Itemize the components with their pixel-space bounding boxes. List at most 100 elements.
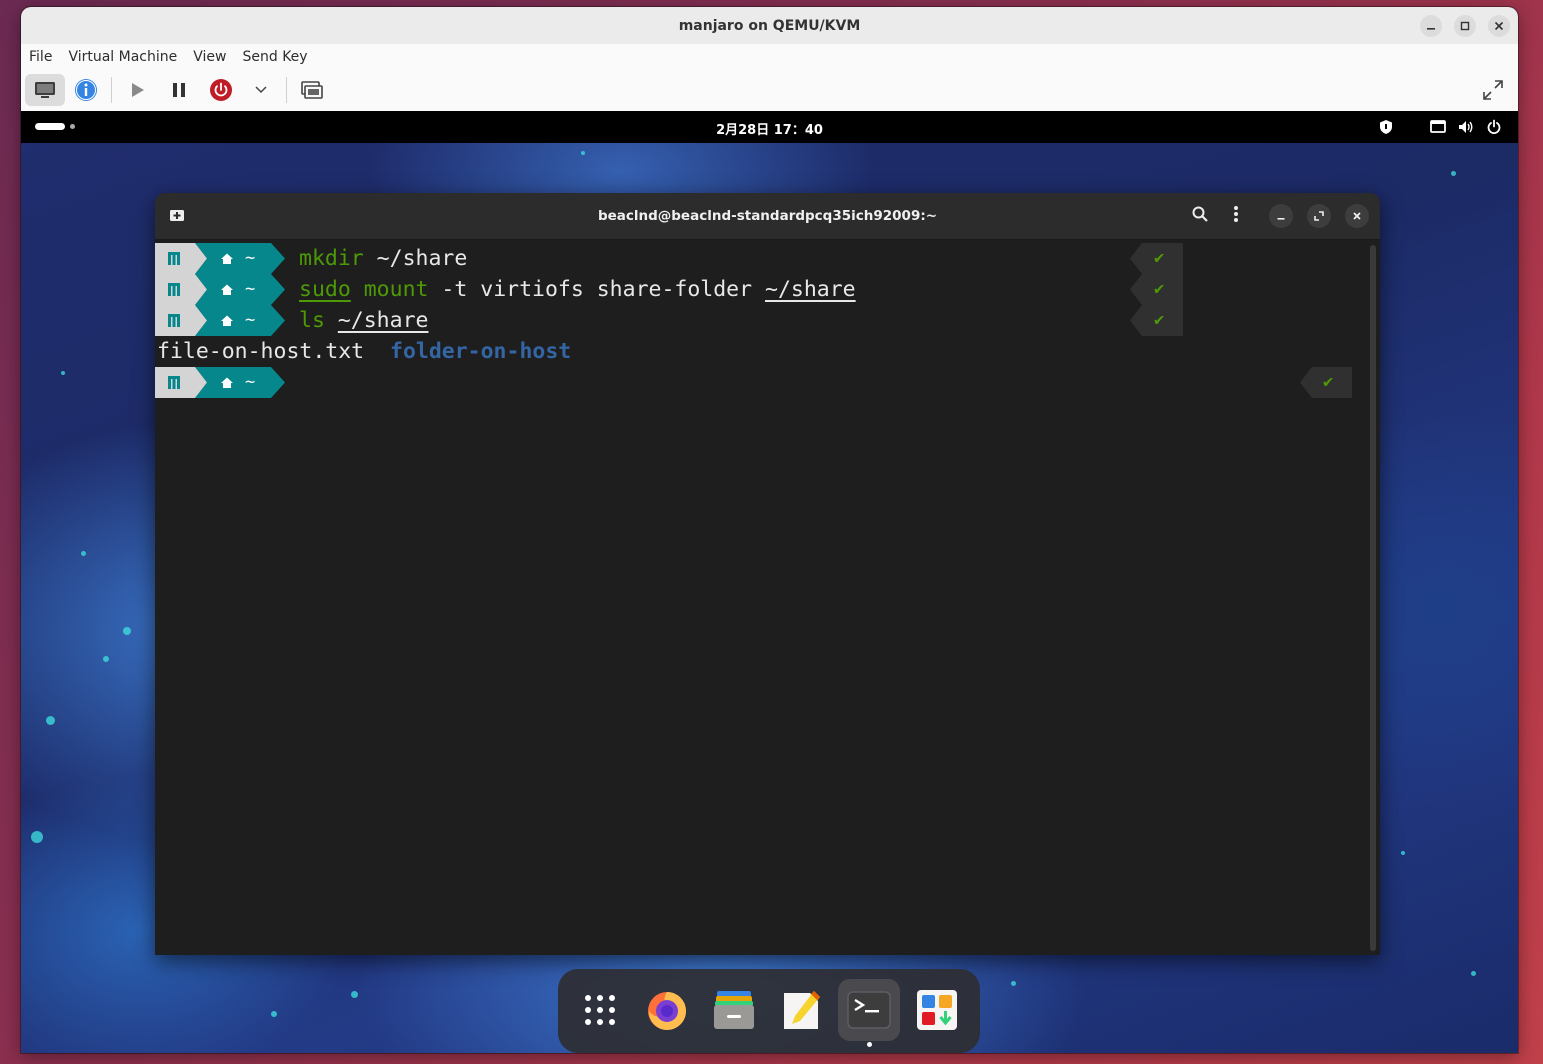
maximize-button[interactable] [1454, 15, 1476, 37]
command-name: mount [363, 277, 429, 302]
minimize-icon [1427, 28, 1435, 30]
sparkle [581, 151, 585, 155]
terminal-window[interactable]: beaclnd@beaclnd-standardpcq35ich92009:~ [155, 193, 1380, 955]
host-titlebar[interactable]: manjaro on QEMU/KVM [21, 7, 1518, 45]
play-icon [132, 83, 144, 97]
kebab-menu-icon [1234, 206, 1238, 222]
display-icon[interactable] [1430, 119, 1446, 135]
sparkle [61, 371, 65, 375]
console-view-button[interactable] [25, 74, 65, 106]
menu-virtual-machine[interactable]: Virtual Machine [60, 49, 185, 65]
shutdown-menu-button[interactable] [244, 74, 278, 106]
sparkle [123, 627, 131, 635]
sparkle [1471, 971, 1476, 976]
new-tab-button[interactable] [169, 207, 185, 223]
menubar: File Virtual Machine View Send Key [21, 44, 1518, 69]
current-prompt-line: ~ ✔ [155, 367, 1355, 398]
terminal-headerbar[interactable]: beaclnd@beaclnd-standardpcq35ich92009:~ [155, 193, 1380, 240]
shield-icon[interactable] [1378, 119, 1394, 135]
terminal-output[interactable]: ~ mkdir ~/share ✔ ~ sudo mount -t virtio… [155, 240, 1365, 955]
sparkle [1011, 981, 1016, 986]
snapshots-button[interactable] [295, 74, 329, 106]
shutdown-button[interactable] [204, 74, 238, 106]
dock-app-grid[interactable] [569, 979, 631, 1041]
power-icon [210, 79, 232, 101]
sparkle [271, 1011, 277, 1017]
search-button[interactable] [1191, 205, 1209, 223]
files-icon [714, 991, 754, 1029]
guest-display[interactable]: 2月28日 17：40 beaclnd@beaclnd-standardpcq3… [21, 111, 1518, 1053]
dock-text-editor[interactable] [770, 979, 832, 1041]
snapshot-icon [301, 81, 323, 99]
window-title: manjaro on QEMU/KVM [678, 17, 861, 34]
dock-firefox[interactable] [636, 979, 698, 1041]
main-menu-button[interactable] [1233, 205, 1239, 223]
fullscreen-button[interactable] [1476, 74, 1510, 106]
command-args: -t virtiofs share-folder [428, 277, 766, 302]
sparkle [1401, 851, 1405, 855]
prompt-line: ~ sudo mount -t virtiofs share-folder ~/… [155, 274, 1355, 305]
dock-files[interactable] [703, 979, 765, 1041]
close-icon [1353, 212, 1361, 220]
prompt-line: ~ ls ~/share ✔ [155, 305, 1355, 336]
dock-terminal[interactable] [838, 979, 900, 1047]
pause-icon [173, 83, 185, 97]
terminal-minimize-button[interactable] [1269, 204, 1293, 228]
close-button[interactable] [1488, 15, 1510, 37]
prompt-segment [155, 274, 285, 305]
menu-view[interactable]: View [185, 49, 234, 65]
sparkle [31, 831, 43, 843]
info-icon [75, 79, 97, 101]
new-tab-icon [170, 210, 184, 221]
volume-icon[interactable] [1458, 119, 1474, 135]
menu-send-key[interactable]: Send Key [234, 49, 315, 65]
sparkle [1451, 171, 1456, 176]
restore-icon [1314, 211, 1324, 221]
command-args: ~/share [363, 246, 468, 271]
minimize-icon [1277, 218, 1285, 220]
pause-button[interactable] [162, 74, 196, 106]
details-view-button[interactable] [69, 74, 103, 106]
prompt-dir: ~ [245, 248, 256, 268]
command-text: mkdir ~/share [299, 243, 467, 274]
status-check: ✔ [1154, 279, 1165, 299]
output-file: file-on-host.txt [157, 339, 365, 364]
sparkle [103, 656, 109, 662]
monitor-icon [35, 82, 55, 98]
prompt-line: ~ mkdir ~/share ✔ [155, 243, 1355, 274]
status-check: ✔ [1323, 372, 1334, 392]
dock-software[interactable] [906, 979, 968, 1041]
dock [558, 969, 980, 1053]
toolbar [21, 69, 1518, 112]
terminal-close-button[interactable] [1345, 204, 1369, 228]
power-menu-icon[interactable] [1486, 119, 1502, 135]
prompt-segment [155, 305, 285, 336]
terminal-title: beaclnd@beaclnd-standardpcq35ich92009:~ [597, 208, 938, 224]
run-button[interactable] [120, 74, 154, 106]
maximize-icon [1460, 21, 1470, 31]
scrollbar[interactable] [1370, 245, 1376, 951]
prompt-dir: ~ [245, 372, 256, 392]
prompt-segment [155, 243, 285, 274]
prompt-dir: ~ [245, 310, 256, 330]
terminal-icon [847, 991, 891, 1029]
top-bar: 2月28日 17：40 [21, 111, 1518, 143]
fullscreen-icon [1483, 80, 1503, 100]
terminal-restore-button[interactable] [1307, 204, 1331, 228]
command-sudo: sudo [299, 277, 351, 302]
ls-output: file-on-host.txt folder-on-host [157, 336, 571, 367]
command-path: ~/share [765, 277, 856, 302]
output-folder: folder-on-host [390, 339, 572, 364]
clock[interactable]: 2月28日 17：40 [21, 119, 1518, 138]
menu-file[interactable]: File [21, 49, 60, 65]
firefox-icon [648, 992, 686, 1030]
host-window: manjaro on QEMU/KVM File Virtual Machine… [21, 7, 1518, 1053]
sparkle [351, 991, 358, 998]
minimize-button[interactable] [1420, 15, 1442, 37]
command-path: ~/share [337, 308, 429, 333]
command-name: mkdir [299, 246, 364, 271]
status-check: ✔ [1154, 310, 1165, 330]
status-check: ✔ [1154, 248, 1165, 268]
text-editor-icon [784, 991, 820, 1029]
command-text: sudo mount -t virtiofs share-folder ~/sh… [299, 274, 856, 305]
